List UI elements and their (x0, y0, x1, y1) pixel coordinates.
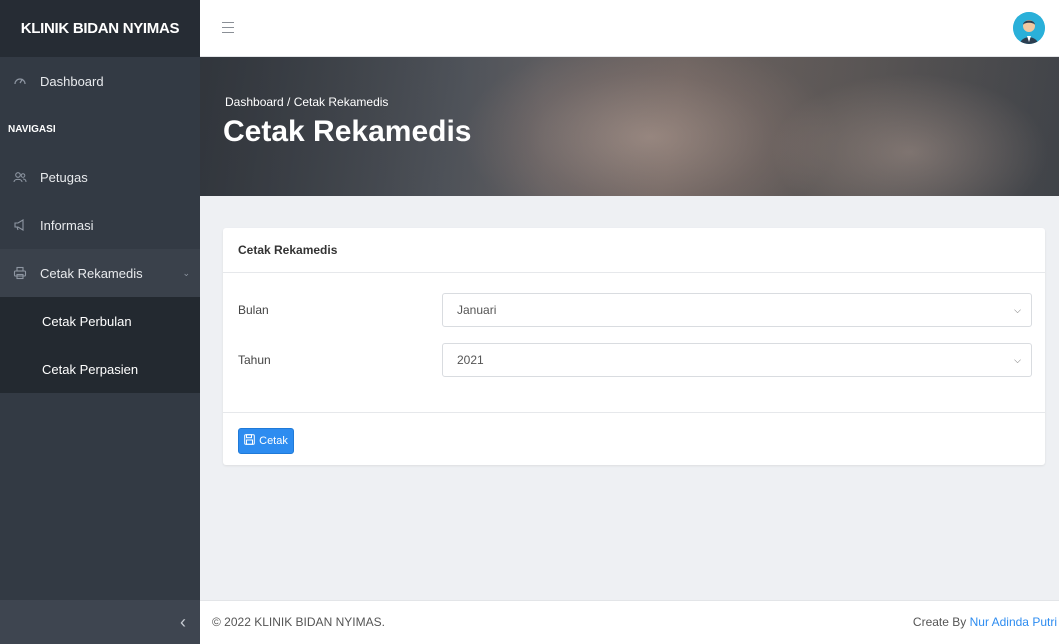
page-title: Cetak Rekamedis (223, 115, 472, 148)
sidebar-item-cetak-perpasien[interactable]: Cetak Perpasien (0, 345, 200, 393)
chevron-down-icon: ⌄ (182, 267, 190, 278)
tahun-select-value: 2021 (457, 353, 484, 367)
chevron-left-icon: ‹ (180, 611, 186, 632)
avatar[interactable] (1013, 12, 1045, 44)
bulan-select-value: Januari (457, 303, 497, 317)
submenu-cetak-rekamedis: Cetak Perbulan Cetak Perpasien (0, 297, 200, 393)
cetak-button-label: Cetak (259, 435, 288, 447)
sidebar-item-informasi[interactable]: Informasi (0, 201, 200, 249)
dashboard-icon (12, 73, 28, 89)
sidebar-item-label: Petugas (40, 169, 88, 185)
cetak-button[interactable]: Cetak (238, 428, 294, 454)
sidebar-item-label: Informasi (40, 217, 94, 233)
sidebar-item-label: Cetak Rekamedis (40, 265, 143, 281)
sidebar-collapse-toggle[interactable]: ‹ (0, 600, 200, 644)
users-icon (12, 169, 28, 185)
brand-logo[interactable]: KLINIK BIDAN NYIMAS (0, 0, 200, 57)
copyright-text: © 2022 KLINIK BIDAN NYIMAS. (212, 615, 385, 629)
tahun-label: Tahun (238, 353, 271, 367)
tahun-select[interactable]: 2021 ⌵ (442, 343, 1032, 377)
page-header-banner: Dashboard / Cetak Rekamedis Cetak Rekame… (200, 57, 1059, 196)
sidebar-item-cetak-perbulan[interactable]: Cetak Perbulan (0, 297, 200, 345)
chevron-down-icon: ⌵ (1014, 305, 1021, 315)
hamburger-menu-icon[interactable] (222, 22, 234, 37)
page-footer: © 2022 KLINIK BIDAN NYIMAS. Create By Nu… (200, 600, 1059, 644)
sidebar: KLINIK BIDAN NYIMAS Dashboard NAVIGASI P… (0, 0, 200, 644)
form-row-tahun: Tahun 2021 ⌵ (238, 343, 1032, 377)
megaphone-icon (12, 217, 28, 233)
top-navbar (200, 0, 1059, 57)
nav-section-heading: NAVIGASI (8, 123, 56, 135)
author-link[interactable]: Nur Adinda Putri (970, 615, 1057, 629)
sidebar-item-dashboard[interactable]: Dashboard (0, 57, 200, 105)
save-icon (244, 434, 255, 448)
print-form-card: Cetak Rekamedis Bulan Januari ⌵ Tahun 20… (223, 228, 1045, 465)
card-title: Cetak Rekamedis (223, 228, 1045, 273)
bulan-label: Bulan (238, 303, 269, 317)
sidebar-item-cetak-rekamedis[interactable]: Cetak Rekamedis ⌄ (0, 249, 200, 297)
chevron-down-icon: ⌵ (1014, 355, 1021, 365)
credit-prefix: Create By (912, 615, 967, 629)
form-row-bulan: Bulan Januari ⌵ (238, 293, 1032, 327)
sidebar-item-label: Dashboard (40, 73, 104, 89)
credit-text: Create By Nur Adinda Putri (913, 615, 1057, 629)
printer-icon (12, 265, 28, 281)
bulan-select[interactable]: Januari ⌵ (442, 293, 1032, 327)
breadcrumb: Dashboard / Cetak Rekamedis (225, 95, 389, 109)
sidebar-item-petugas[interactable]: Petugas (0, 153, 200, 201)
divider (223, 412, 1045, 413)
